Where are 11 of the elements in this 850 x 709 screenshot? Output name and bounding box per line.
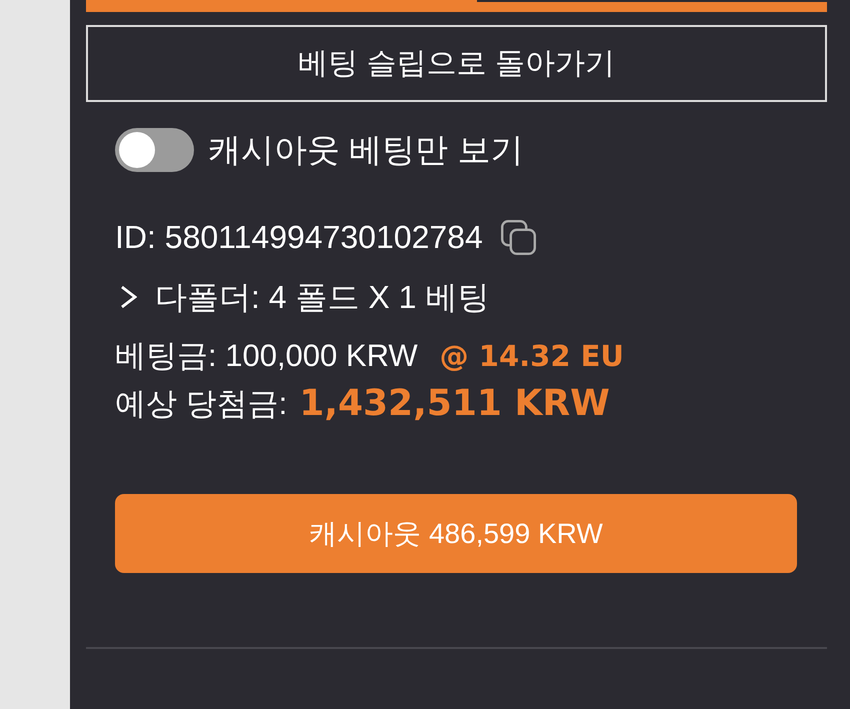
toggle-switch[interactable] bbox=[115, 128, 194, 172]
stake-amount: 베팅금: 100,000 KRW bbox=[115, 337, 418, 375]
toggle-label: 캐시아웃 베팅만 보기 bbox=[208, 130, 524, 170]
potential-win-label: 예상 당첨금: bbox=[115, 385, 288, 423]
bet-summary-toggle[interactable]: 다폴더: 4 폴드 X 1 베팅 bbox=[115, 279, 490, 315]
back-to-betslip-button[interactable]: 베팅 슬립으로 돌아가기 bbox=[86, 25, 827, 102]
bet-id: ID: 580114994730102784 bbox=[115, 219, 483, 255]
odds-value: @ 14.32 EU bbox=[440, 338, 624, 375]
potential-win-amount: 1,432,511 KRW bbox=[299, 384, 610, 424]
copy-icon[interactable] bbox=[500, 220, 536, 254]
tab[interactable] bbox=[477, 0, 827, 12]
